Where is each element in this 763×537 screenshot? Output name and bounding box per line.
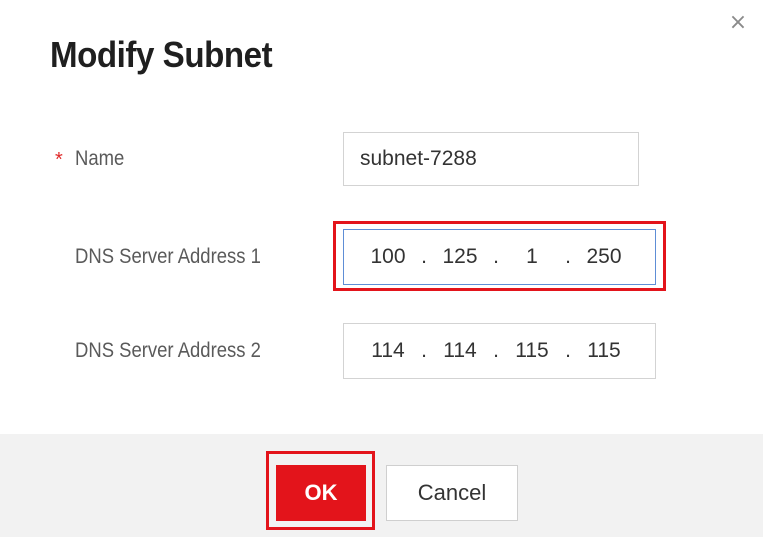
ok-button[interactable]: OK	[276, 465, 366, 521]
dns2-label: DNS Server Address 2	[75, 339, 261, 362]
dns1-octet-3[interactable]	[508, 245, 556, 269]
cancel-button[interactable]: Cancel	[386, 465, 518, 521]
dns2-ip-input[interactable]: . . .	[343, 323, 656, 379]
dns2-octet-1[interactable]	[364, 339, 412, 363]
dns2-separator-2: .	[493, 339, 499, 362]
modify-subnet-dialog: × Modify Subnet * Name DNS Server Addres…	[0, 0, 763, 537]
dns1-separator-2: .	[493, 245, 499, 268]
dns1-row: DNS Server Address 1 . . .	[0, 229, 763, 285]
dns2-octet-4[interactable]	[580, 339, 628, 363]
dns1-separator-3: .	[565, 245, 571, 268]
name-input[interactable]	[343, 132, 639, 186]
close-icon[interactable]: ×	[727, 12, 749, 34]
dialog-footer	[0, 434, 763, 537]
dns1-label: DNS Server Address 1	[75, 245, 261, 268]
dns2-separator-3: .	[565, 339, 571, 362]
dns1-octet-2[interactable]	[436, 245, 484, 269]
dialog-title: Modify Subnet	[50, 34, 273, 75]
dns1-octet-4[interactable]	[580, 245, 628, 269]
required-star: *	[55, 149, 63, 171]
dns2-octet-2[interactable]	[436, 339, 484, 363]
dns1-ip-input[interactable]: . . .	[343, 229, 656, 285]
dns1-separator-1: .	[421, 245, 427, 268]
name-row: * Name	[0, 132, 763, 188]
dns2-separator-1: .	[421, 339, 427, 362]
dns1-octet-1[interactable]	[364, 245, 412, 269]
dns2-row: DNS Server Address 2 . . .	[0, 323, 763, 379]
dns2-octet-3[interactable]	[508, 339, 556, 363]
name-label: Name	[75, 147, 125, 170]
